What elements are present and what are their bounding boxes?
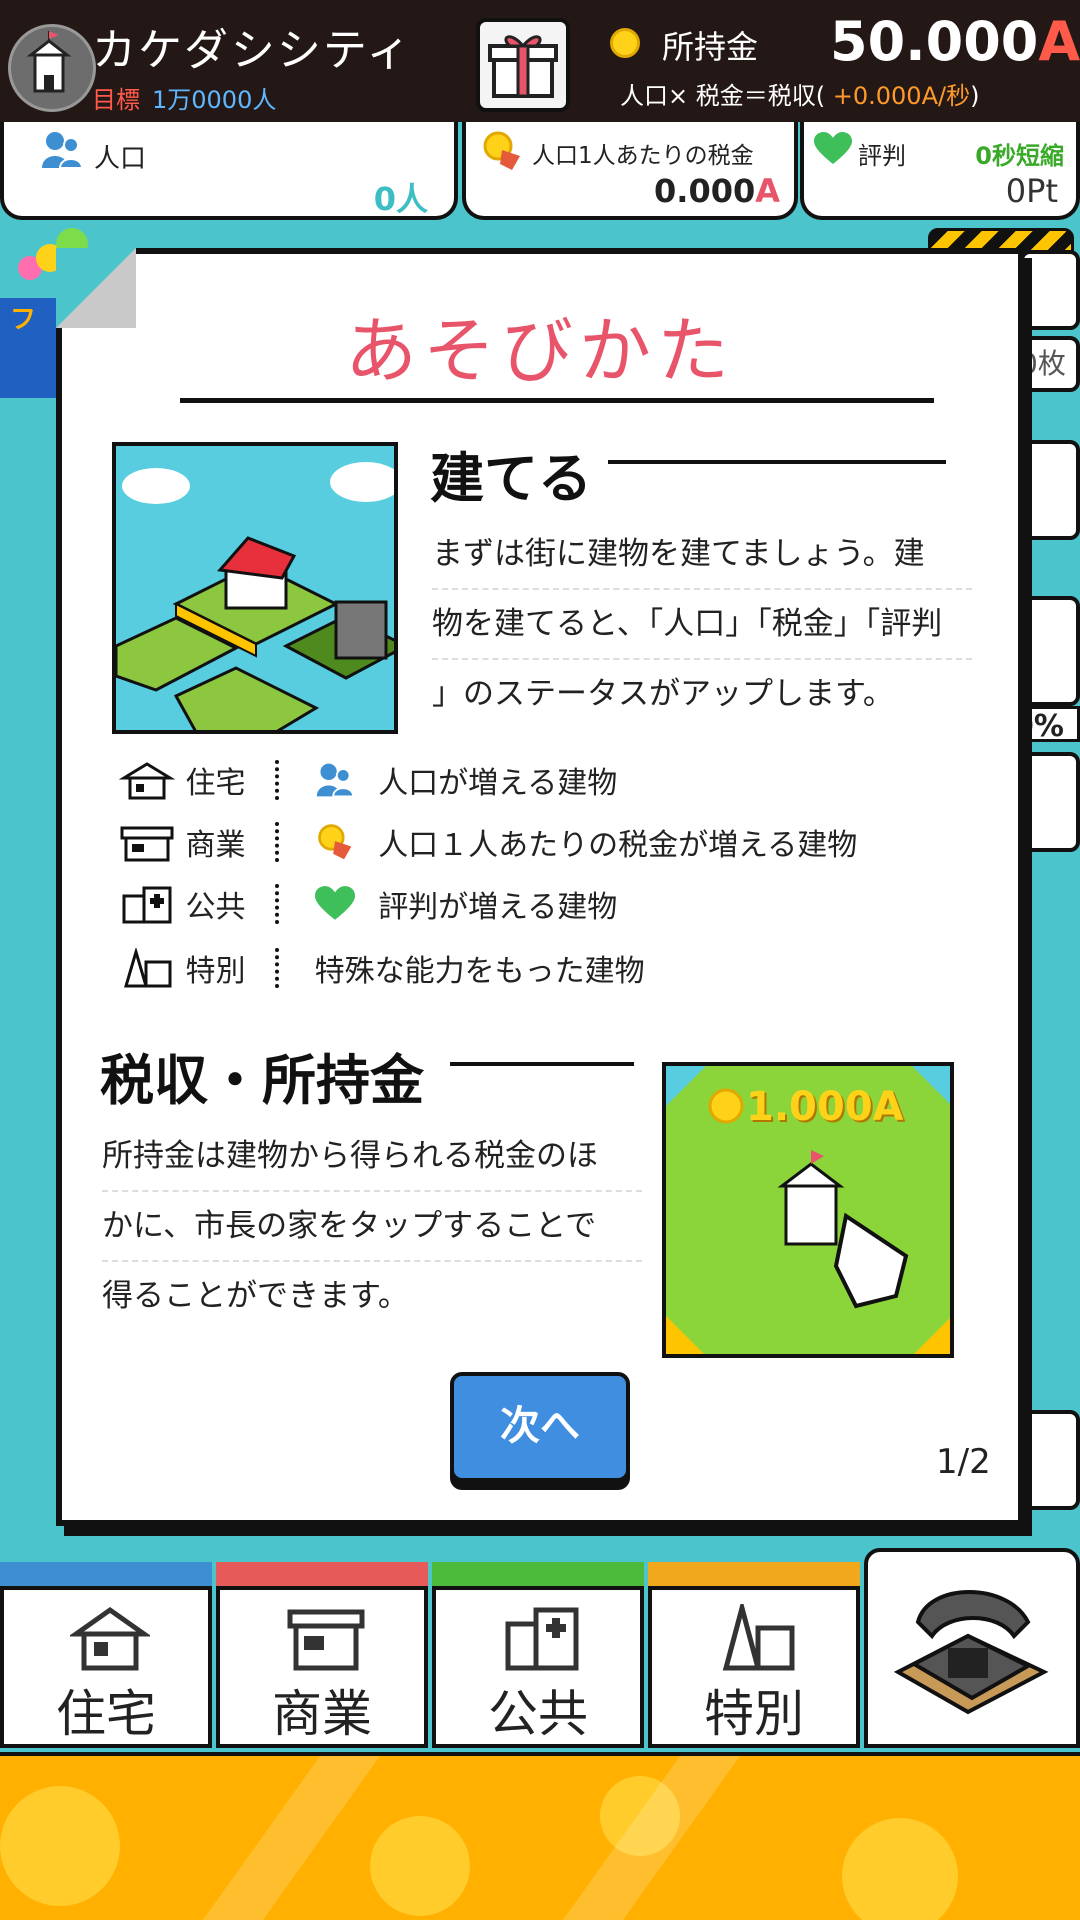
income-description: 所持金は建物から得られる税金のほ かに、市長の家をタップすることで 得ることがで… <box>102 1122 642 1330</box>
phone-button[interactable] <box>864 1548 1080 1748</box>
goal-label: 目標 <box>92 86 140 114</box>
tab-bar-special <box>648 1562 860 1586</box>
coin-icon <box>610 28 640 58</box>
legend-description: 人口１人あたりの税金が増える建物 <box>378 828 858 863</box>
tab-public[interactable]: 公共 <box>432 1586 644 1748</box>
tax-icon <box>317 824 352 860</box>
legend-row-public: 公共 評判が増える建物 <box>118 882 918 938</box>
population-panel: 人口 0人 <box>0 122 458 220</box>
phone-icon <box>893 1590 1049 1715</box>
legend-description: 人口が増える建物 <box>378 766 618 801</box>
population-value: 0人 <box>373 180 428 218</box>
house-icon <box>70 1606 150 1671</box>
build-heading: 建てる <box>430 447 592 510</box>
legend-category: 公共 <box>185 890 246 925</box>
money-label: 所持金 <box>662 28 759 66</box>
gift-button[interactable] <box>476 18 570 112</box>
population-icon <box>316 763 354 798</box>
city-name: カケダシシティ <box>92 25 413 76</box>
tax-unit: A <box>755 172 780 210</box>
legend-category: 住宅 <box>185 766 246 801</box>
page-indicator: 1/2 <box>936 1442 991 1482</box>
legend-category: 特別 <box>185 954 246 989</box>
build-description: まずは街に建物を建てましょう。建 物を建てると、「人口」「税金」「評判 」のステ… <box>432 520 972 728</box>
build-line: 物を建てると、「人口」「税金」「評判 <box>432 590 972 660</box>
legend-description: 評判が増える建物 <box>378 890 618 925</box>
legend-separator <box>275 760 283 800</box>
reputation-value: 0Pt <box>1005 172 1058 210</box>
legend-row-special: 特別 特殊な能力をもった建物 <box>118 946 918 1002</box>
legend-description: 特殊な能力をもった建物 <box>314 954 645 989</box>
tab-special[interactable]: 特別 <box>648 1586 860 1748</box>
coin-popup-value: 1.000A <box>746 1084 904 1130</box>
tab-commercial[interactable]: 商業 <box>216 1586 428 1748</box>
income-line: 所持金は建物から得られる税金のほ <box>102 1122 642 1192</box>
legend-row-commercial: 商業 人口１人あたりの税金が増える建物 <box>118 820 918 876</box>
legend-row-residential: 住宅 人口が増える建物 <box>118 758 918 814</box>
population-icon <box>42 132 84 169</box>
goal-value: 1万0000人 <box>152 86 277 114</box>
income-heading: 税収・所持金 <box>100 1049 424 1112</box>
tab-label: 公共 <box>488 1685 588 1743</box>
side-panel-top[interactable] <box>1020 250 1080 330</box>
legend-separator <box>275 884 283 924</box>
svg-text:フ: フ <box>10 305 36 335</box>
hospital-icon <box>505 1607 579 1671</box>
formula-close: ) <box>970 82 980 110</box>
tower-icon <box>722 1604 795 1671</box>
legend-separator <box>275 822 283 862</box>
tax-label: 人口1人あたりの税金 <box>532 143 754 169</box>
title-divider <box>180 398 934 403</box>
tax-amount: 0.000 <box>654 172 756 210</box>
tower-icon <box>123 948 172 988</box>
legend-separator <box>275 948 283 988</box>
money-value: 50.000A <box>830 10 1080 73</box>
heart-icon <box>814 132 852 164</box>
tab-label: 住宅 <box>56 1685 156 1743</box>
hospital-icon <box>122 886 172 924</box>
tab-label: 商業 <box>272 1685 372 1743</box>
shop-icon <box>287 1609 365 1671</box>
reputation-label: 評判 <box>858 142 906 170</box>
modal-title: あそびかた <box>344 309 735 393</box>
bottom-ad-banner[interactable] <box>0 1752 1080 1920</box>
income-line: かに、市長の家をタップすることで <box>102 1192 642 1262</box>
tap-mayor-illustration: 1.000A <box>662 1062 954 1358</box>
tab-bar-public <box>432 1562 644 1586</box>
shop-icon <box>120 826 174 862</box>
tab-label: 特別 <box>704 1685 804 1743</box>
mayor-house-icon[interactable] <box>8 24 96 112</box>
build-illustration <box>112 442 398 734</box>
reputation-shorten: 0秒短縮 <box>975 142 1064 170</box>
money-unit: A <box>1038 10 1080 73</box>
build-line: 」のステータスがアップします。 <box>432 676 894 712</box>
legend-category: 商業 <box>185 828 246 863</box>
money-amount: 50.000 <box>830 10 1039 73</box>
tax-panel: 人口1人あたりの税金 0.000A <box>462 122 798 220</box>
tax-rate: +0.000A/秒 <box>832 82 971 110</box>
income-line: 得ることができます。 <box>102 1278 409 1314</box>
next-button[interactable]: 次へ <box>450 1372 630 1482</box>
tab-bar-commercial <box>216 1562 428 1586</box>
tax-icon <box>483 131 520 170</box>
build-line: まずは街に建物を建てましょう。建 <box>432 520 972 590</box>
formula-text: 人口× 税金＝税収( <box>620 82 826 110</box>
house-icon <box>118 762 176 800</box>
gift-icon <box>488 35 558 98</box>
tab-residential[interactable]: 住宅 <box>0 1586 212 1748</box>
population-label: 人口 <box>94 144 147 174</box>
reputation-panel: 評判 0秒短縮 0Pt <box>800 122 1080 220</box>
tab-bar-residential <box>0 1562 212 1586</box>
heart-icon <box>314 886 355 920</box>
tax-value: 0.000A <box>654 172 780 210</box>
tax-formula: 人口× 税金＝税収( +0.000A/秒) <box>620 76 979 111</box>
income-heading-rule <box>450 1062 634 1066</box>
build-heading-rule <box>608 460 946 464</box>
